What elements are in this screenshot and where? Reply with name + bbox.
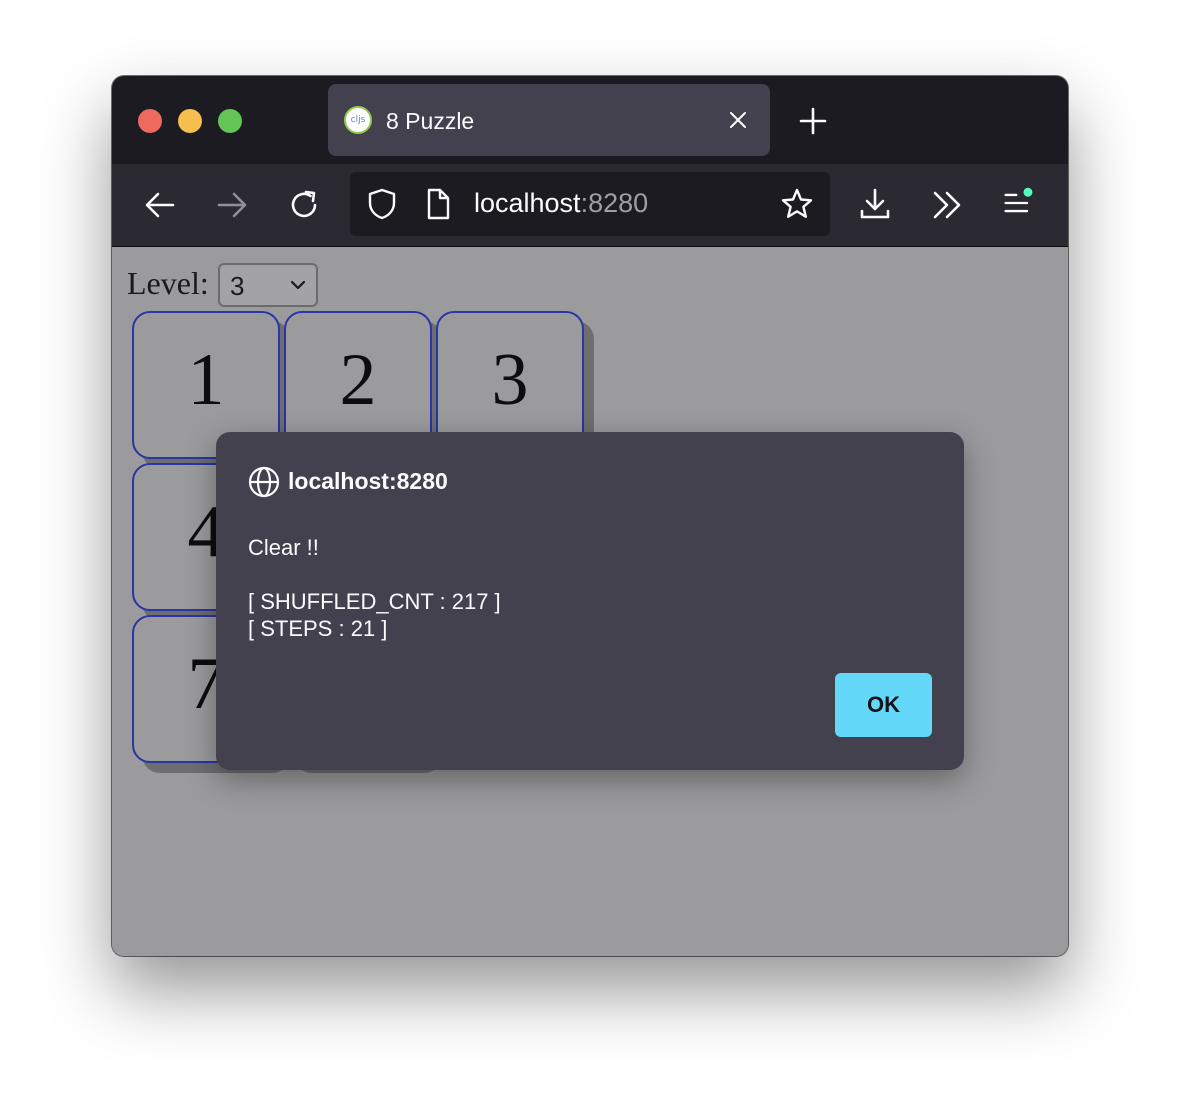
dialog-origin: localhost:8280 (288, 468, 448, 494)
url-host: localhost (474, 188, 581, 218)
menu-icon[interactable] (1002, 186, 1036, 220)
ok-button[interactable]: OK (835, 673, 932, 737)
alert-dialog: localhost:8280 Clear !! [ SHUFFLED_CNT :… (216, 432, 964, 770)
close-window-button[interactable] (138, 109, 162, 133)
zoom-window-button[interactable] (218, 109, 242, 133)
nav-toolbar: localhost:8280 (112, 164, 1068, 247)
cljs-favicon-icon: cljs (344, 106, 372, 134)
minimize-window-button[interactable] (178, 109, 202, 133)
globe-icon (248, 466, 280, 498)
overflow-icon[interactable] (930, 188, 964, 222)
download-icon[interactable] (858, 187, 892, 221)
url-bar[interactable]: localhost:8280 (350, 172, 830, 236)
dialog-message-shuffled: [ SHUFFLED_CNT : 217 ] (248, 589, 501, 614)
level-label: Level: (127, 265, 209, 301)
dialog-message-steps: [ STEPS : 21 ] (248, 616, 388, 641)
close-icon[interactable] (724, 106, 752, 134)
url-port: :8280 (580, 188, 649, 218)
plus-icon[interactable] (798, 106, 828, 136)
chevron-down-icon (290, 280, 306, 290)
tab-title: 8 Puzzle (386, 108, 475, 134)
level-select[interactable]: 3 (218, 263, 318, 307)
level-select-value: 3 (230, 271, 245, 301)
reload-icon[interactable] (287, 188, 321, 222)
shield-icon[interactable] (365, 187, 399, 221)
forward-icon[interactable] (215, 188, 249, 222)
page-icon[interactable] (421, 187, 455, 221)
url-text[interactable]: localhost:8280 (474, 188, 648, 219)
title-bar: cljs 8 Puzzle (112, 76, 1068, 164)
bookmark-star-icon[interactable] (780, 187, 814, 221)
back-icon[interactable] (143, 188, 177, 222)
tab-8-puzzle[interactable]: cljs 8 Puzzle (328, 84, 770, 156)
dialog-message-title: Clear !! (248, 535, 319, 560)
